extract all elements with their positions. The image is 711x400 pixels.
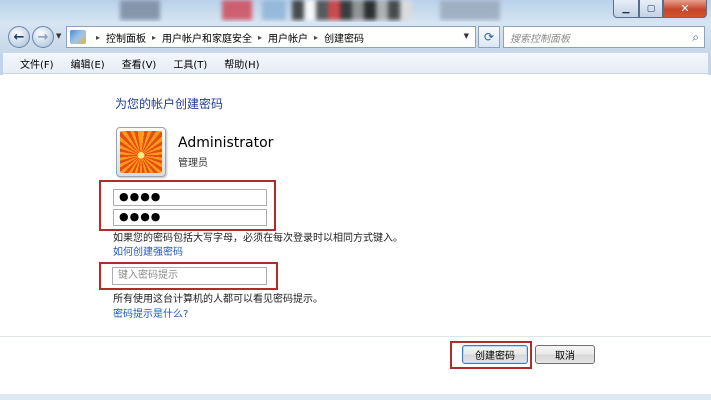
address-bar[interactable]: ▸ 控制面板 ▸ 用户帐户和家庭安全 ▸ 用户帐户 ▸ 创建密码 ▼ xyxy=(66,26,476,48)
breadcrumb-user-accounts-family-safety[interactable]: 用户帐户和家庭安全 xyxy=(162,30,252,45)
chevron-right-icon[interactable]: ▸ xyxy=(314,33,318,42)
page-title: 为您的帐户创建密码 xyxy=(115,97,224,111)
close-icon: ✕ xyxy=(680,2,690,15)
forward-button[interactable]: → xyxy=(32,26,54,48)
cancel-button[interactable]: 取消 xyxy=(535,345,595,364)
back-button[interactable]: ← xyxy=(8,26,30,48)
status-bar xyxy=(0,394,711,400)
maximize-icon: ▢ xyxy=(646,3,656,14)
breadcrumb-create-password[interactable]: 创建密码 xyxy=(324,30,364,45)
menu-edit[interactable]: 编辑(E) xyxy=(71,56,105,71)
chevron-right-icon[interactable]: ▸ xyxy=(96,33,100,42)
control-panel-icon xyxy=(70,30,86,44)
desktop-blur xyxy=(120,0,160,20)
create-password-button[interactable]: 创建密码 xyxy=(462,345,528,364)
confirm-password-field[interactable]: ●●●● xyxy=(113,209,267,226)
maximize-button[interactable]: ▢ xyxy=(639,0,663,18)
desktop-blur xyxy=(440,0,500,20)
menu-file[interactable]: 文件(F) xyxy=(20,56,54,71)
breadcrumb-control-panel[interactable]: 控制面板 xyxy=(106,30,146,45)
desktop-blur xyxy=(292,0,412,20)
refresh-button[interactable]: ⟳ xyxy=(478,26,500,48)
new-password-field[interactable]: ●●●● xyxy=(113,189,267,206)
close-button[interactable]: ✕ xyxy=(663,0,707,18)
chevron-right-icon[interactable]: ▸ xyxy=(258,33,262,42)
desktop-blur xyxy=(222,0,252,20)
content-area: 为您的帐户创建密码 Administrator 管理员 ●●●● ●●●● 如果… xyxy=(0,75,711,400)
flower-avatar-icon xyxy=(120,131,162,173)
minimize-icon: ▁ xyxy=(622,3,630,14)
user-avatar xyxy=(116,127,166,177)
minimize-button[interactable]: ▁ xyxy=(613,0,639,18)
navigation-bar: ← → ▼ ▸ 控制面板 ▸ 用户帐户和家庭安全 ▸ 用户帐户 ▸ 创建密码 ▼… xyxy=(0,22,711,53)
recent-pages-dropdown-icon[interactable]: ▼ xyxy=(56,32,61,40)
search-placeholder: 搜索控制面板 xyxy=(510,33,570,45)
title-bar: ▁ ▢ ✕ xyxy=(0,0,711,22)
password-hint-field[interactable]: 键入密码提示 xyxy=(112,267,267,285)
menu-help[interactable]: 帮助(H) xyxy=(224,56,259,71)
password-hint-link[interactable]: 密码提示是什么? xyxy=(113,305,188,320)
strong-password-link[interactable]: 如何创建强密码 xyxy=(113,243,183,258)
back-arrow-icon: ← xyxy=(13,29,25,45)
forward-arrow-icon: → xyxy=(37,29,49,45)
menu-bar: 文件(F) 编辑(E) 查看(V) 工具(T) 帮助(H) xyxy=(0,53,711,74)
search-icon[interactable]: ⌕ xyxy=(692,30,699,45)
hint-visibility-note: 所有使用这台计算机的人都可以看见密码提示。 xyxy=(113,294,323,305)
menu-view[interactable]: 查看(V) xyxy=(122,56,157,71)
search-input[interactable]: 搜索控制面板 ⌕ xyxy=(503,26,705,48)
chevron-right-icon[interactable]: ▸ xyxy=(152,33,156,42)
divider xyxy=(0,336,711,337)
breadcrumb-user-accounts[interactable]: 用户帐户 xyxy=(268,30,308,45)
case-sensitivity-note: 如果您的密码包括大写字母，必须在每次登录时以相同方式键入。 xyxy=(113,233,403,244)
refresh-icon: ⟳ xyxy=(483,30,495,44)
address-dropdown-icon[interactable]: ▼ xyxy=(464,32,469,40)
desktop-blur xyxy=(262,0,286,20)
user-name: Administrator xyxy=(178,135,274,151)
menu-tools[interactable]: 工具(T) xyxy=(173,56,207,71)
user-account-type: 管理员 xyxy=(178,158,208,169)
